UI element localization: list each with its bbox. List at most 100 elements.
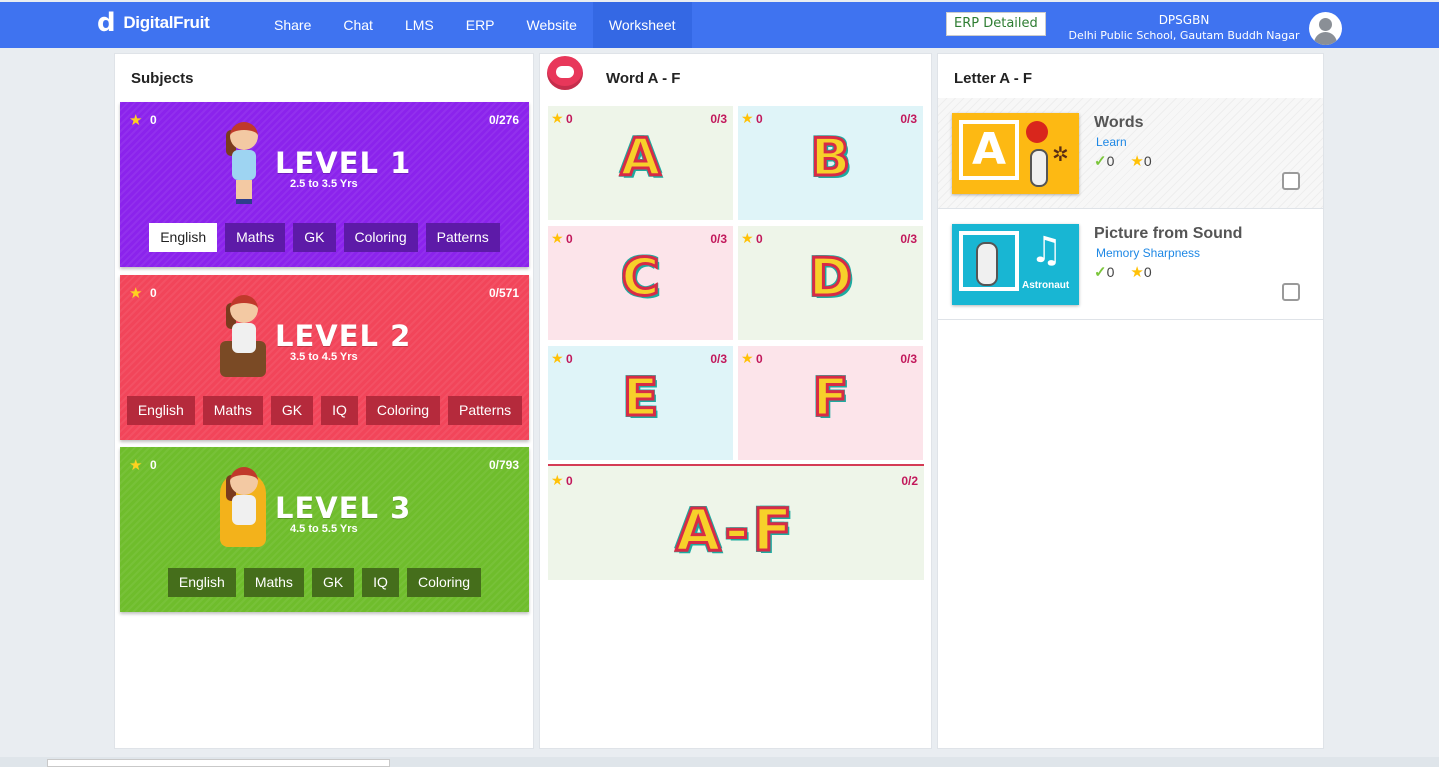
nav-chat[interactable]: Chat bbox=[327, 2, 389, 48]
star-icon: ★ bbox=[129, 112, 143, 129]
letter-tile-e[interactable]: ★ 0 0/3 E bbox=[548, 346, 733, 460]
taskbar-search-box[interactable] bbox=[47, 759, 390, 767]
top-nav-bar: d DigitalFruit Share Chat LMS ERP Websit… bbox=[0, 2, 1439, 48]
activity-checkbox[interactable] bbox=[1282, 283, 1300, 301]
tile-letter: E bbox=[621, 367, 660, 430]
tag-english[interactable]: English bbox=[126, 396, 195, 425]
tile-letter: D bbox=[807, 247, 853, 310]
user-info[interactable]: DPSGBN Delhi Public School, Gautam Buddh… bbox=[1060, 12, 1308, 44]
star-icon: ★ bbox=[129, 285, 143, 302]
level-age: 3.5 to 4.5 Yrs bbox=[290, 351, 358, 363]
letter-tile-f[interactable]: ★ 0 0/3 F bbox=[738, 346, 923, 460]
nav-website[interactable]: Website bbox=[511, 2, 593, 48]
star-count: 0 bbox=[1143, 264, 1152, 280]
picture-from-sound-thumbnail: ♫ Astronaut bbox=[952, 224, 1079, 305]
activity-sub-link[interactable]: Learn bbox=[1096, 135, 1127, 149]
tag-iq[interactable]: IQ bbox=[362, 568, 399, 597]
letter-tile-a[interactable]: ★ 0 0/3 A bbox=[548, 106, 733, 220]
tag-gk[interactable]: GK bbox=[311, 568, 355, 597]
level-progress: 0/793 bbox=[488, 458, 519, 472]
level-title: LEVEL 2 bbox=[275, 319, 412, 353]
tag-coloring[interactable]: Coloring bbox=[406, 568, 482, 597]
level-progress: 0/571 bbox=[488, 286, 519, 300]
tile-progress: 0/3 bbox=[710, 112, 727, 126]
tag-coloring[interactable]: Coloring bbox=[365, 396, 441, 425]
body bbox=[232, 150, 256, 180]
level-title: LEVEL 1 bbox=[275, 146, 412, 180]
tag-english[interactable]: English bbox=[149, 223, 218, 252]
tile-progress: 0/2 bbox=[901, 474, 918, 488]
star-icon: ★ bbox=[551, 230, 564, 246]
activity-sub-link[interactable]: Memory Sharpness bbox=[1096, 246, 1200, 260]
user-avatar-icon[interactable] bbox=[1309, 12, 1342, 45]
tile-progress: 0/3 bbox=[710, 352, 727, 366]
subjects-panel: Subjects ★ 0 0/276 LEVEL 1 2.5 to 3.5 Yr… bbox=[114, 53, 534, 749]
nav-lms[interactable]: LMS bbox=[389, 2, 450, 48]
tag-patterns[interactable]: Patterns bbox=[448, 396, 523, 425]
tile-stars: 0 bbox=[566, 474, 573, 488]
level-1-card[interactable]: ★ 0 0/276 LEVEL 1 2.5 to 3.5 Yrs English… bbox=[120, 102, 529, 267]
done-count: 0 bbox=[1106, 153, 1115, 169]
activity-stats: ✓ 0 ★ 0 bbox=[1094, 152, 1152, 170]
astronaut-icon bbox=[1030, 149, 1048, 187]
tile-stars: 0 bbox=[756, 352, 763, 366]
nav-share[interactable]: Share bbox=[258, 2, 327, 48]
thumb-letter: A bbox=[971, 124, 1007, 175]
music-note-icon: ♫ bbox=[1030, 230, 1063, 271]
star-count: 0 bbox=[1143, 153, 1152, 169]
star-icon: ★ bbox=[551, 350, 564, 366]
tag-maths[interactable]: Maths bbox=[225, 223, 286, 252]
level-1-subject-tags: English Maths GK Coloring Patterns bbox=[120, 223, 529, 252]
level-stars: 0 bbox=[150, 113, 157, 127]
level-3-card[interactable]: ★ 0 0/793 LEVEL 3 4.5 to 5.5 Yrs English… bbox=[120, 447, 529, 612]
tile-letter-range: A-F bbox=[674, 495, 797, 566]
tag-patterns[interactable]: Patterns bbox=[425, 223, 500, 252]
level-2-card[interactable]: ★ 0 0/571 LEVEL 2 3.5 to 4.5 Yrs English… bbox=[120, 275, 529, 440]
word-title: Word A - F bbox=[606, 70, 681, 87]
brand[interactable]: d DigitalFruit bbox=[97, 8, 210, 38]
ant-icon: ✲ bbox=[1052, 144, 1069, 166]
level-stars: 0 bbox=[150, 458, 157, 472]
tag-gk[interactable]: GK bbox=[270, 396, 314, 425]
tag-gk[interactable]: GK bbox=[293, 223, 336, 252]
tag-coloring[interactable]: Coloring bbox=[343, 223, 418, 252]
activity-checkbox[interactable] bbox=[1282, 172, 1300, 190]
tile-progress: 0/3 bbox=[900, 112, 917, 126]
tile-progress: 0/3 bbox=[710, 232, 727, 246]
level-progress: 0/276 bbox=[488, 113, 519, 127]
checkmark-icon: ✓ bbox=[1094, 153, 1107, 170]
girl-illustration-icon bbox=[220, 118, 268, 206]
nav-worksheet[interactable]: Worksheet bbox=[592, 2, 692, 48]
tag-english[interactable]: English bbox=[167, 568, 236, 597]
tile-stars: 0 bbox=[756, 232, 763, 246]
legs bbox=[236, 180, 252, 204]
tag-maths[interactable]: Maths bbox=[243, 568, 304, 597]
letter-tile-c[interactable]: ★ 0 0/3 C bbox=[548, 226, 733, 340]
tile-progress: 0/3 bbox=[900, 232, 917, 246]
done-count: 0 bbox=[1106, 264, 1115, 280]
activity-picture-from-sound[interactable]: ♫ Astronaut Picture from Sound Memory Sh… bbox=[938, 209, 1323, 320]
star-icon: ★ bbox=[129, 457, 143, 474]
tag-maths[interactable]: Maths bbox=[202, 396, 263, 425]
letter-range-tile[interactable]: ★ 0 0/2 A-F bbox=[548, 464, 924, 580]
star-icon: ★ bbox=[1130, 264, 1144, 281]
tile-stars: 0 bbox=[566, 352, 573, 366]
nav-erp[interactable]: ERP bbox=[450, 2, 511, 48]
body bbox=[232, 495, 256, 525]
activity-name: Words bbox=[1094, 114, 1144, 131]
digitalfruit-logo-icon: d bbox=[97, 8, 116, 38]
tile-stars: 0 bbox=[566, 112, 573, 126]
star-icon: ★ bbox=[741, 230, 754, 246]
tile-stars: 0 bbox=[756, 112, 763, 126]
os-taskbar bbox=[0, 757, 1439, 767]
activity-words[interactable]: A ✲ Words Learn ✓ 0 ★ 0 bbox=[938, 98, 1323, 209]
letter-tile-d[interactable]: ★ 0 0/3 D bbox=[738, 226, 923, 340]
erp-detailed-button[interactable]: ERP Detailed bbox=[946, 12, 1046, 36]
word-panel: Word A - F ★ 0 0/3 A ★ 0 0/3 B ★ 0 0/3 C… bbox=[539, 53, 932, 749]
head bbox=[230, 467, 258, 495]
school-name: Delhi Public School, Gautam Buddh Nagar bbox=[1068, 29, 1300, 42]
tag-iq[interactable]: IQ bbox=[321, 396, 358, 425]
tile-letter: F bbox=[811, 367, 850, 430]
head bbox=[230, 122, 258, 150]
letter-tile-b[interactable]: ★ 0 0/3 B bbox=[738, 106, 923, 220]
